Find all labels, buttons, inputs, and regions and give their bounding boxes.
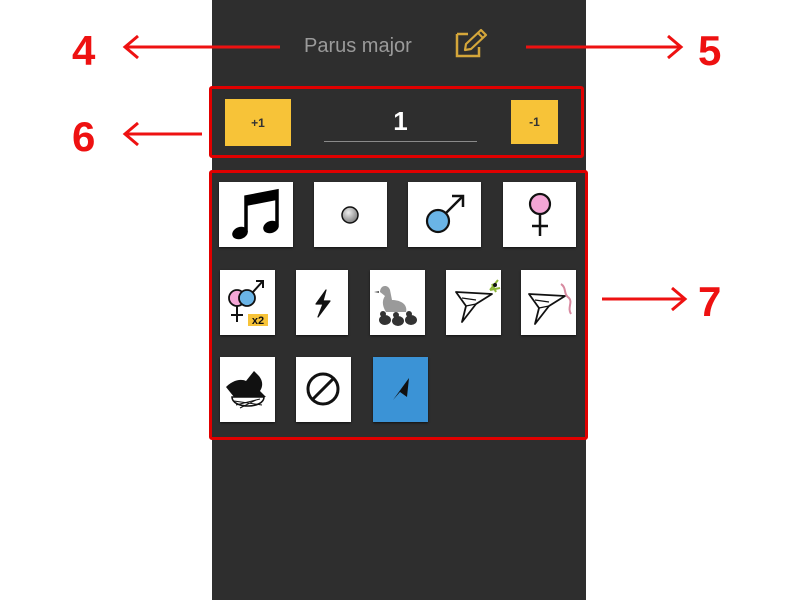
callout-5: 5	[698, 27, 722, 74]
annotation-arrows	[122, 34, 688, 312]
callout-6: 6	[72, 113, 96, 160]
callout-7: 7	[698, 278, 722, 325]
callout-4: 4	[72, 27, 96, 74]
